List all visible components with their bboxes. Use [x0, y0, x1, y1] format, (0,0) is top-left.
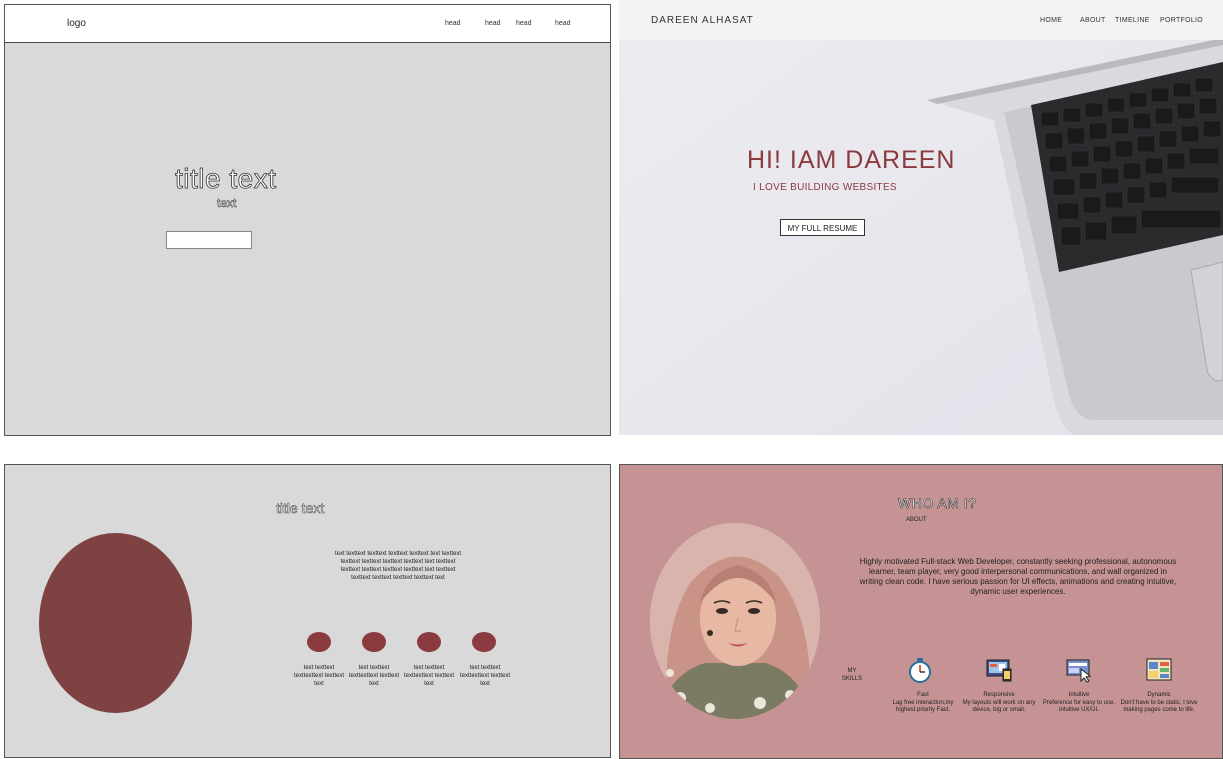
about-title: WHO AM I? [898, 495, 977, 512]
about-bio: Highly motivated Full-stack Web Develope… [859, 557, 1177, 596]
skill-desc-dynamic: Don't have to be static, I love making p… [1120, 700, 1198, 713]
wireframe-navbar: logo head head head head [5, 5, 610, 43]
nav-about[interactable]: ABOUT [1080, 17, 1106, 24]
wireframe-about-title: title text [276, 500, 325, 517]
brand-logo[interactable]: DAREEN ALHASAT [651, 15, 754, 26]
skill-desc-fast: Lag free interaction,my highest priority… [892, 700, 954, 713]
stopwatch-icon [909, 658, 931, 683]
wireframe-nav-item[interactable]: head [485, 20, 501, 27]
wireframe-nav-item[interactable]: head [555, 20, 571, 27]
cursor-screen-icon [1066, 659, 1092, 683]
skill-desc-responsive: My layouts will work on any device, big … [962, 700, 1036, 713]
skill-desc-intuitive: Preference for easy to use, intuitive UX… [1042, 700, 1116, 713]
wireframe-subtitle: text [217, 196, 237, 211]
skills-label: MY SKILLS [841, 668, 863, 682]
dashboard-icon [1146, 658, 1172, 681]
wireframe-skill-caption: text texttext texttexttext texttext text [459, 665, 511, 687]
nav-portfolio[interactable]: PORTFOLIO [1160, 17, 1203, 24]
skill-title-intuitive: Intuitive [1068, 692, 1090, 698]
wireframe-skill-icon [472, 632, 496, 652]
nav-home[interactable]: HOME [1040, 17, 1062, 24]
wireframe-paragraph: text texttext texttext texttext texttext… [334, 551, 462, 581]
about-panel: WHO AM I? ABOUT Highly motivated Full-st… [619, 464, 1223, 759]
nav-timeline[interactable]: TIMELINE [1115, 17, 1150, 24]
wireframe-skill-caption: text texttext texttexttext texttext text [403, 665, 455, 687]
hero-panel: DAREEN ALHASAT HOME ABOUT TIMELINE PORTF… [619, 0, 1223, 435]
hero-navbar: DAREEN ALHASAT HOME ABOUT TIMELINE PORTF… [619, 0, 1223, 40]
wireframe-skill-icon [362, 632, 386, 652]
wireframe-skill-caption: text texttext texttexttext texttext text [293, 665, 345, 687]
wireframe-skill-caption: text texttext texttexttext texttext text [348, 665, 400, 687]
skill-title-fast: Fast [917, 692, 929, 698]
profile-photo [650, 523, 820, 719]
wireframe-about-panel: title text text texttext texttext textte… [4, 464, 611, 758]
wireframe-image-placeholder [39, 533, 192, 713]
wireframe-skill-icon [307, 632, 331, 652]
wireframe-nav-item[interactable]: head [445, 20, 461, 27]
hero-tagline: I LOVE BUILDING WEBSITES [753, 182, 897, 193]
wireframe-title: title text [175, 163, 277, 195]
wireframe-skill-icon [417, 632, 441, 652]
wireframe-nav-item[interactable]: head [516, 20, 532, 27]
hero-headline: HI! IAM DAREEN [747, 146, 956, 174]
wireframe-hero-panel: logo head head head head title text text [4, 4, 611, 436]
wireframe-button[interactable] [166, 231, 252, 249]
skill-title-dynamic: Dynamic [1147, 692, 1171, 698]
wireframe-logo[interactable]: logo [67, 18, 86, 29]
skill-title-responsive: Responsive [983, 692, 1015, 698]
resume-button[interactable]: MY FULL RESUME [780, 219, 865, 236]
devices-icon [986, 659, 1012, 682]
laptop-image [619, 0, 1223, 435]
about-label: ABOUT [906, 517, 927, 523]
